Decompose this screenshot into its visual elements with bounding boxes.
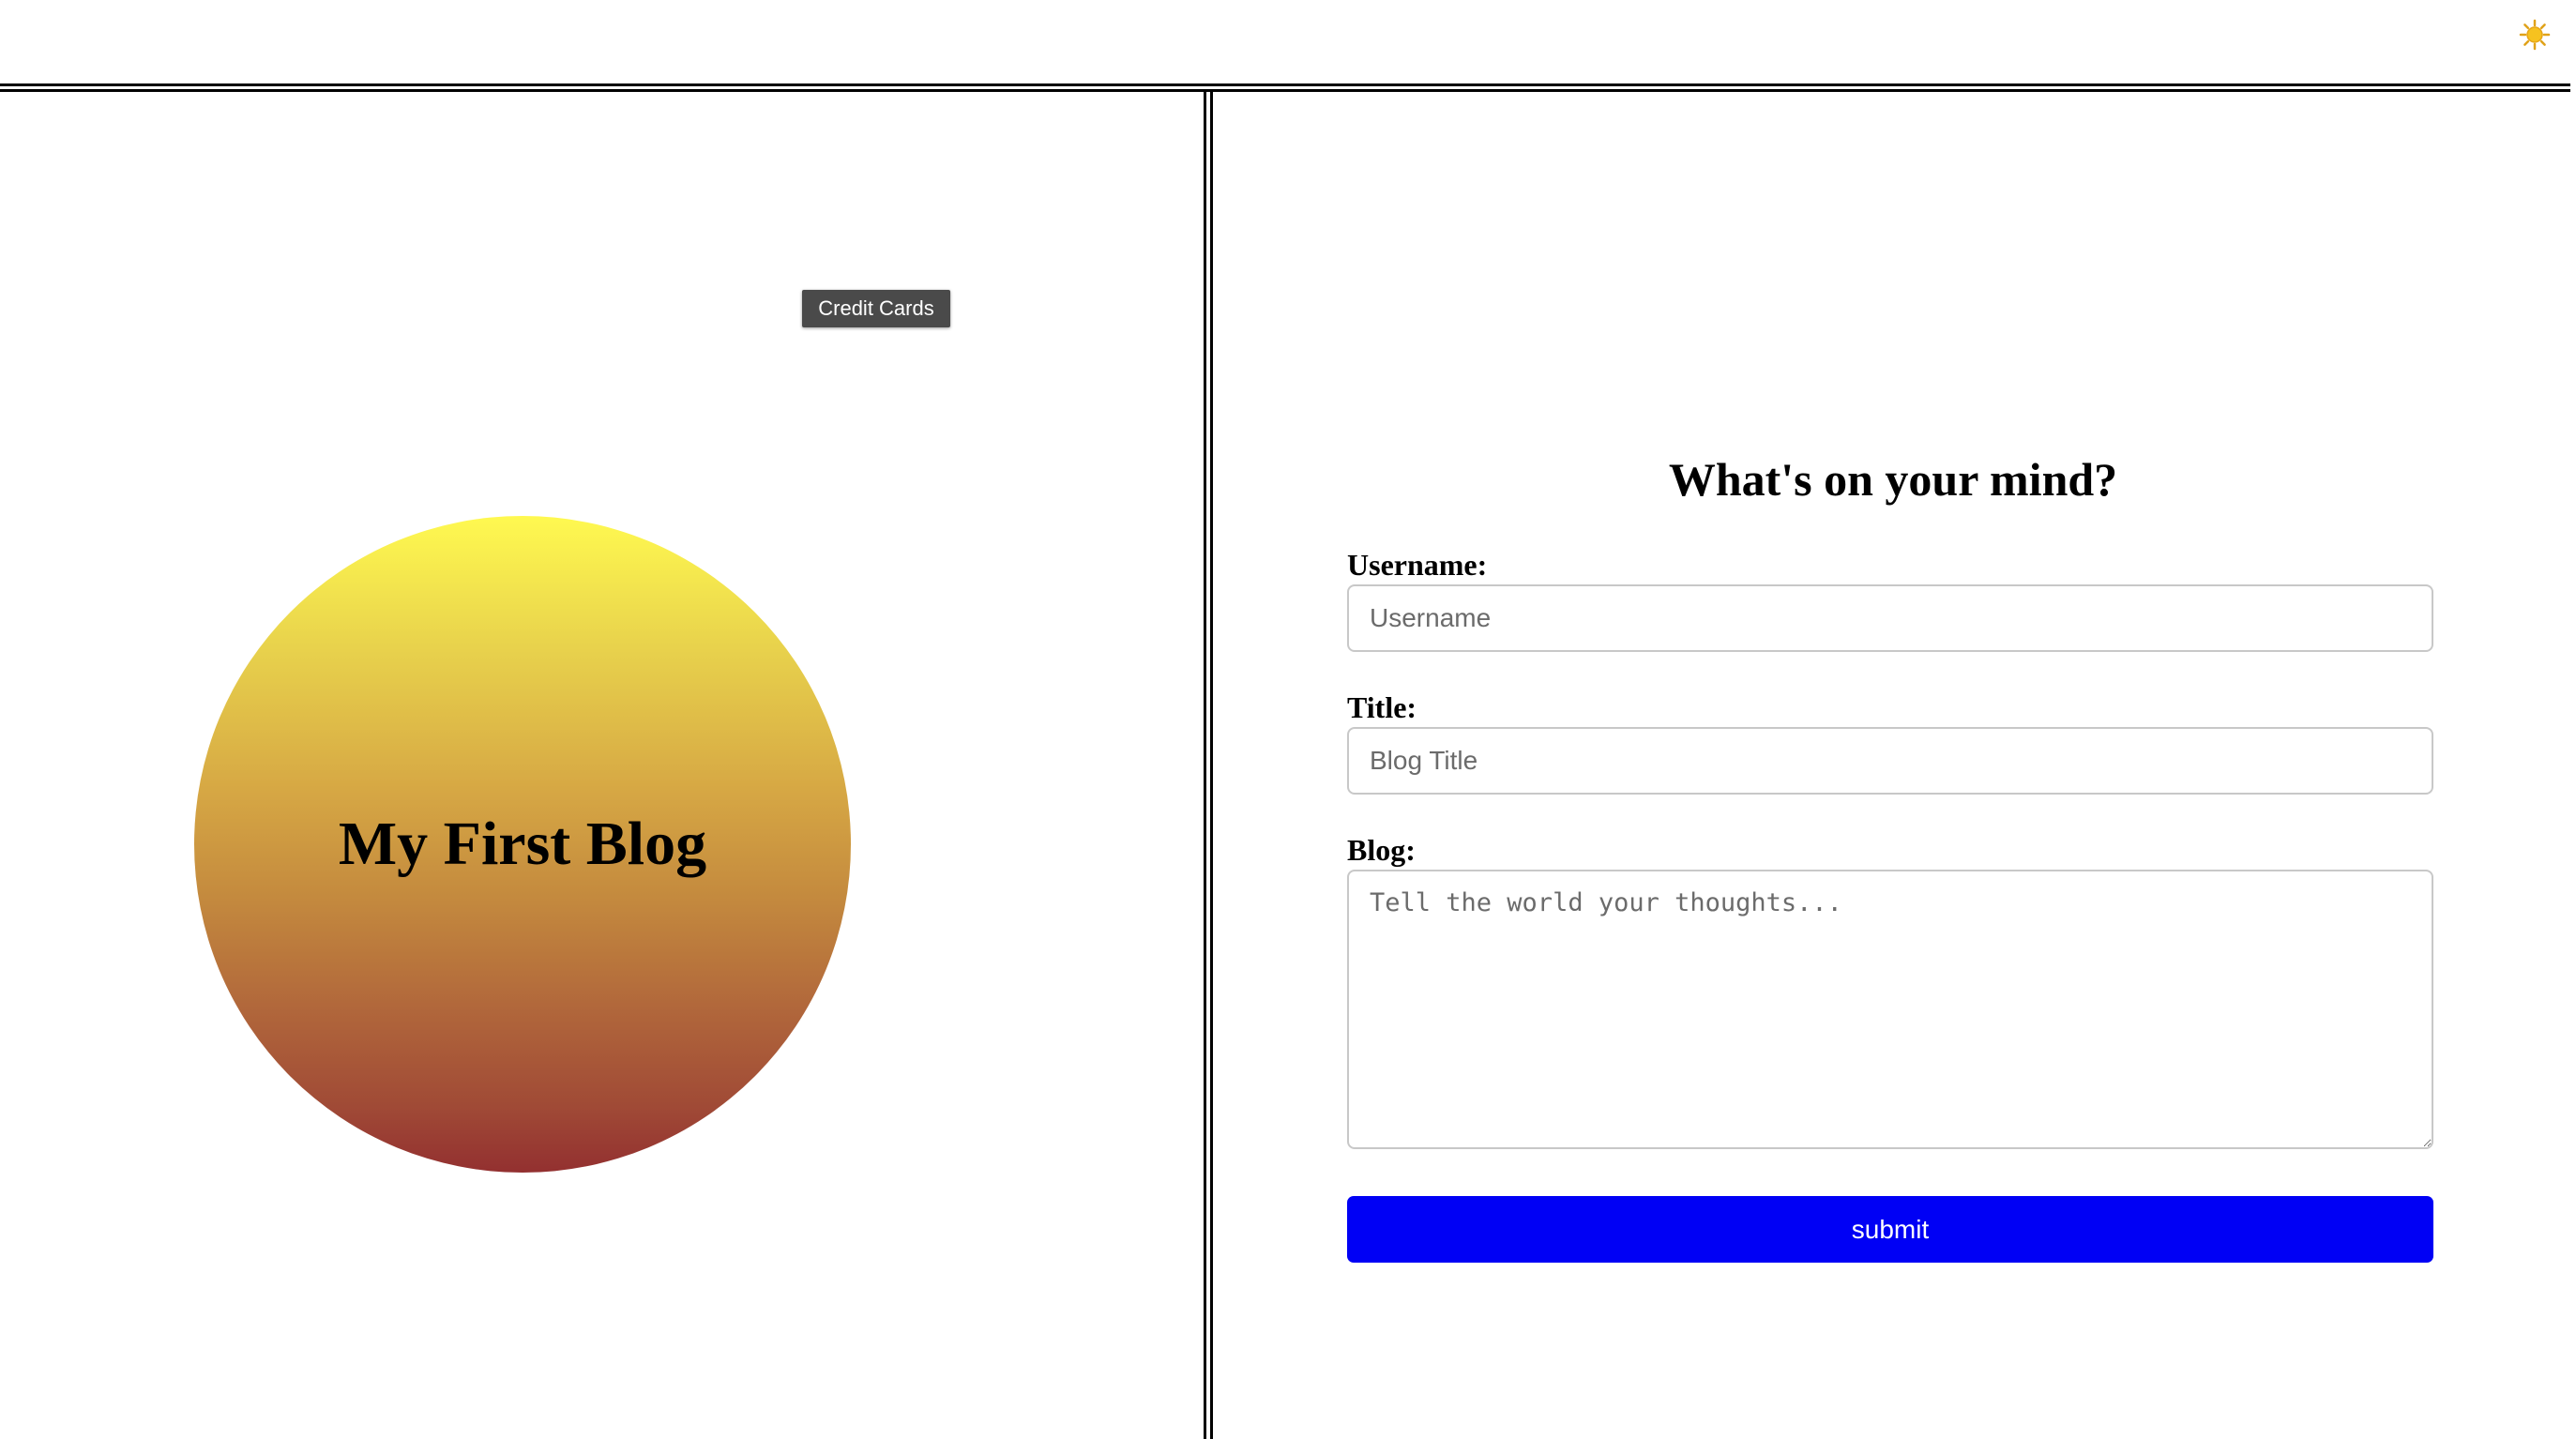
blog-label: Blog: (1347, 833, 1416, 867)
credit-cards-tooltip: Credit Cards (802, 290, 950, 327)
blog-title: My First Blog (338, 810, 707, 878)
blog-circle: My First Blog (194, 516, 851, 1173)
title-label: Title: (1347, 690, 1417, 724)
username-input[interactable] (1347, 584, 2433, 652)
submit-button[interactable]: submit (1347, 1196, 2433, 1263)
sun-icon[interactable] (2519, 19, 2551, 51)
column-divider (1204, 92, 1213, 1439)
blog-textarea[interactable] (1347, 870, 2433, 1149)
title-input[interactable] (1347, 727, 2433, 795)
header-divider (0, 83, 2570, 92)
username-label: Username: (1347, 548, 1488, 582)
form-heading: What's on your mind? (1668, 453, 2118, 506)
header (0, 0, 2576, 83)
page: Credit Cards My First Blog What's on you… (0, 0, 2576, 1439)
sun-icon-graphic (2519, 19, 2551, 51)
